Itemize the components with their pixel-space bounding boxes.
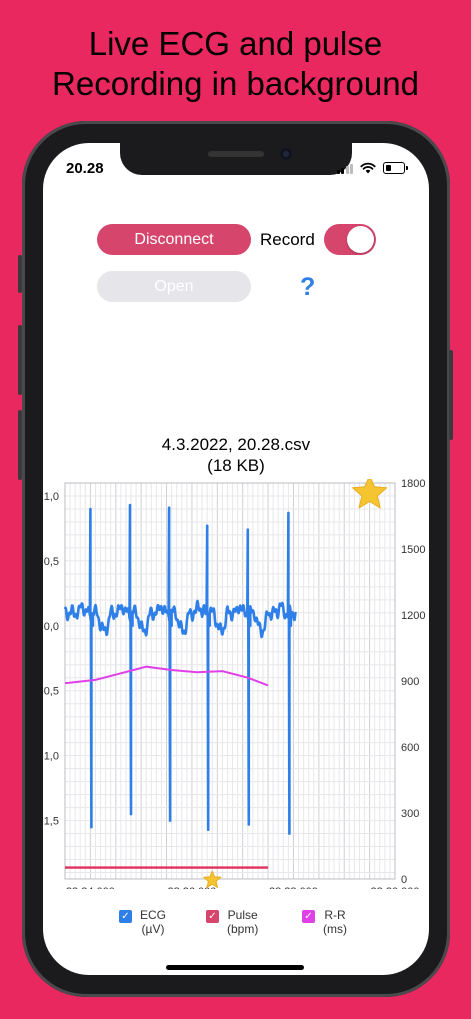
- record-label: Record: [260, 230, 315, 249]
- x-tick-label: 28:24.000: [66, 886, 115, 889]
- y-left-tick-label: -1,0: [43, 751, 59, 763]
- y-left-tick-label: -1,5: [43, 816, 59, 828]
- ecg-chart[interactable]: 1,0 0,5 0,0 -0,5 -1,0 -1,5 1800 1500 1200 900 600 3…: [43, 479, 429, 889]
- y-right-tick-label: 0: [401, 874, 407, 886]
- disconnect-button[interactable]: Disconnect: [97, 224, 251, 255]
- wifi-icon: [360, 162, 376, 174]
- app-screen: 20.28 Disconnect Record Open ? 4.3.2022,…: [43, 143, 429, 975]
- notch: [120, 143, 352, 175]
- phone-side-button: [449, 350, 453, 440]
- y-left-tick-label: 0,0: [44, 621, 59, 633]
- legend-unit: (µV): [141, 922, 165, 936]
- file-name: 4.3.2022, 20.28.csv: [161, 435, 311, 454]
- legend-item-rr[interactable]: ✓ R-R (ms): [302, 908, 347, 936]
- home-indicator: [166, 965, 304, 970]
- checkbox-icon[interactable]: ✓: [206, 910, 219, 923]
- status-icons: [336, 162, 408, 174]
- legend-label: Pulse: [227, 908, 258, 922]
- battery-icon: [383, 162, 408, 174]
- y-right-tick-label: 1500: [401, 544, 425, 556]
- checkbox-icon[interactable]: ✓: [119, 910, 132, 923]
- help-button[interactable]: ?: [300, 273, 315, 302]
- y-left-tick-label: 0,5: [44, 556, 59, 568]
- y-left-tick-label: 1,0: [44, 491, 59, 503]
- record-toggle[interactable]: [324, 224, 376, 255]
- open-button[interactable]: Open: [97, 271, 251, 302]
- phone-side-button: [18, 255, 22, 293]
- legend-unit: (ms): [323, 922, 347, 936]
- x-tick-label: 28:30.000: [371, 886, 420, 889]
- file-size: (18 KB): [207, 456, 265, 475]
- y-left-tick-label: -0,5: [43, 686, 59, 698]
- legend-label: ECG: [140, 908, 167, 922]
- status-time: 20.28: [66, 160, 104, 177]
- legend-item-pulse[interactable]: ✓ Pulse (bpm): [206, 908, 258, 936]
- signal-icon: [336, 163, 353, 174]
- star-icon: [203, 870, 222, 888]
- y-right-tick-label: 900: [401, 676, 419, 688]
- camera-icon: [280, 148, 292, 160]
- phone-side-button: [18, 410, 22, 480]
- legend-item-ecg[interactable]: ✓ ECG (µV): [119, 908, 166, 936]
- y-right-tick-label: 1800: [401, 479, 425, 490]
- phone-side-button: [18, 325, 22, 395]
- y-right-tick-label: 300: [401, 808, 419, 820]
- checkbox-icon[interactable]: ✓: [302, 910, 315, 923]
- promo-line-2: Recording in background: [52, 65, 419, 102]
- toggle-knob: [347, 226, 374, 253]
- plot-frame: [64, 482, 396, 880]
- speaker-grille: [208, 151, 264, 157]
- legend-label: R-R: [324, 908, 346, 922]
- legend-unit: (bpm): [227, 922, 259, 936]
- promo-line-1: Live ECG and pulse: [88, 25, 383, 62]
- ecg-series-line: [63, 503, 297, 835]
- y-right-tick-label: 600: [401, 742, 419, 754]
- y-right-tick-label: 1200: [401, 610, 425, 622]
- x-tick-label: 28:28.000: [269, 886, 318, 889]
